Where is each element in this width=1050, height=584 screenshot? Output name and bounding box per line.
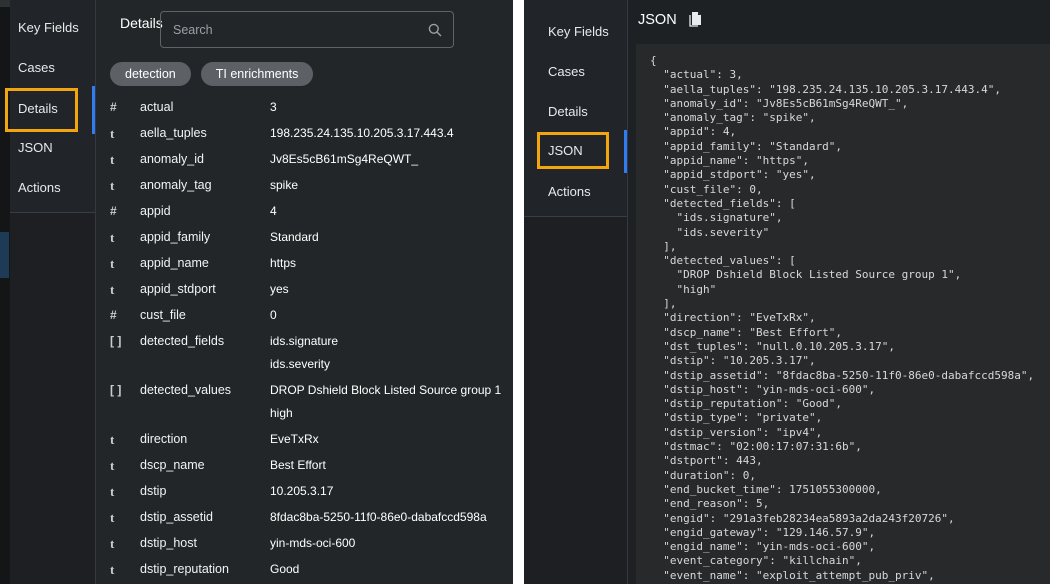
json-raw-text: { "actual": 3, "aella_tuples": "198.235.… bbox=[650, 54, 1050, 584]
sidebar-lower-area bbox=[524, 217, 627, 584]
search-icon bbox=[427, 22, 443, 38]
field-name: aella_tuples bbox=[140, 122, 270, 145]
field-value: spike bbox=[270, 174, 513, 197]
field-name: dstip_assetid bbox=[140, 506, 270, 529]
type-array-icon: [ ] bbox=[110, 330, 140, 353]
details-content: Details detection TI enrichments # actua… bbox=[96, 0, 513, 584]
field-value: Standard bbox=[270, 226, 513, 249]
type-array-icon: [ ] bbox=[110, 379, 140, 402]
type-text-icon: t bbox=[110, 226, 140, 249]
sidebar-lower-area bbox=[10, 213, 95, 584]
field-value: 10.205.3.17 bbox=[270, 480, 513, 503]
details-sidebar: Key Fields Cases Details JSON Actions bbox=[10, 0, 96, 584]
sidebar-item-key-fields[interactable]: Key Fields bbox=[524, 24, 651, 42]
field-value: 8fdac8ba-5250-11f0-86e0-dabafccd598a bbox=[270, 506, 513, 529]
field-row: [ ] detected_values DROP Dshield Block L… bbox=[110, 379, 513, 425]
field-value: EveTxRx bbox=[270, 428, 513, 451]
search-box bbox=[160, 11, 454, 48]
field-value: 3 bbox=[270, 96, 513, 119]
type-text-icon: t bbox=[110, 122, 140, 145]
type-number-icon: # bbox=[110, 304, 140, 327]
type-number-icon: # bbox=[110, 96, 140, 119]
field-name: detected_values bbox=[140, 379, 270, 402]
field-name: dstip_host bbox=[140, 532, 270, 555]
field-name: appid_family bbox=[140, 226, 270, 249]
sidebar-item-details[interactable]: Details bbox=[524, 104, 651, 122]
sidebar-item-json[interactable]: JSON bbox=[10, 140, 103, 158]
sidebar-item-json[interactable]: JSON bbox=[524, 143, 651, 161]
field-row: t direction EveTxRx bbox=[110, 428, 513, 451]
field-row: t appid_family Standard bbox=[110, 226, 513, 249]
field-value: 198.235.24.135.10.205.3.17.443.4 bbox=[270, 122, 513, 145]
field-name: cust_file bbox=[140, 304, 270, 327]
field-value: Best Effort bbox=[270, 454, 513, 477]
edge-strip-selected-highlight bbox=[0, 232, 9, 278]
sidebar-item-actions[interactable]: Actions bbox=[10, 180, 103, 198]
type-text-icon: t bbox=[110, 252, 140, 275]
type-text-icon: t bbox=[110, 454, 140, 477]
details-panel-title: Details bbox=[120, 15, 163, 31]
type-text-icon: t bbox=[110, 558, 140, 581]
field-row: t appid_name https bbox=[110, 252, 513, 275]
filter-pill-detection[interactable]: detection bbox=[110, 62, 191, 86]
field-row: # cust_file 0 bbox=[110, 304, 513, 327]
sidebar-item-key-fields[interactable]: Key Fields bbox=[10, 20, 103, 38]
sidebar-item-cases[interactable]: Cases bbox=[10, 60, 103, 78]
json-panel-title: JSON bbox=[638, 12, 677, 28]
type-text-icon: t bbox=[110, 532, 140, 555]
field-value: ids.signature ids.severity bbox=[270, 330, 513, 376]
type-text-icon: t bbox=[110, 506, 140, 529]
field-value: Jv8Es5cB61mSg4ReQWT_ bbox=[270, 148, 513, 171]
field-value: 4 bbox=[270, 200, 513, 223]
field-name: dstip_reputation bbox=[140, 558, 270, 581]
type-text-icon: t bbox=[110, 174, 140, 197]
json-panel-window: Key Fields Cases Details JSON Actions JS… bbox=[524, 0, 1050, 584]
field-row: t dstip_host yin-mds-oci-600 bbox=[110, 532, 513, 555]
filter-pill-ti-enrichments[interactable]: TI enrichments bbox=[201, 62, 314, 86]
field-list: # actual 3 t aella_tuples 198.235.24.135… bbox=[110, 96, 513, 584]
field-name: anomaly_id bbox=[140, 148, 270, 171]
field-row: t aella_tuples 198.235.24.135.10.205.3.1… bbox=[110, 122, 513, 145]
sidebar-item-cases[interactable]: Cases bbox=[524, 64, 651, 82]
details-panel-window: Key Fields Cases Details JSON Actions De… bbox=[0, 0, 513, 584]
field-name: direction bbox=[140, 428, 270, 451]
field-row: t dstip 10.205.3.17 bbox=[110, 480, 513, 503]
field-row: t anomaly_tag spike bbox=[110, 174, 513, 197]
edge-strip-top-mark bbox=[0, 0, 10, 7]
field-value: yin-mds-oci-600 bbox=[270, 532, 513, 555]
field-row: # appid 4 bbox=[110, 200, 513, 223]
field-row: t dstip_reputation Good bbox=[110, 558, 513, 581]
sidebar-item-actions[interactable]: Actions bbox=[524, 184, 651, 202]
field-name: appid_stdport bbox=[140, 278, 270, 301]
field-name: appid_name bbox=[140, 252, 270, 275]
field-row: t dstip_assetid 8fdac8ba-5250-11f0-86e0-… bbox=[110, 506, 513, 529]
type-text-icon: t bbox=[110, 278, 140, 301]
field-row: # actual 3 bbox=[110, 96, 513, 119]
type-text-icon: t bbox=[110, 428, 140, 451]
field-name: dstip bbox=[140, 480, 270, 503]
copy-json-icon[interactable] bbox=[687, 11, 703, 27]
field-value: yes bbox=[270, 278, 513, 301]
type-number-icon: # bbox=[110, 200, 140, 223]
field-name: anomaly_tag bbox=[140, 174, 270, 197]
field-row: [ ] detected_fields ids.signature ids.se… bbox=[110, 330, 513, 376]
field-row: t appid_stdport yes bbox=[110, 278, 513, 301]
sidebar-item-details[interactable]: Details bbox=[10, 101, 103, 119]
type-text-icon: t bbox=[110, 480, 140, 503]
field-value: Good bbox=[270, 558, 513, 581]
field-name: dscp_name bbox=[140, 454, 270, 477]
field-name: detected_fields bbox=[140, 330, 270, 353]
field-row: t anomaly_id Jv8Es5cB61mSg4ReQWT_ bbox=[110, 148, 513, 171]
field-row: t dscp_name Best Effort bbox=[110, 454, 513, 477]
field-value: https bbox=[270, 252, 513, 275]
search-input[interactable] bbox=[161, 12, 453, 47]
filter-pills: detection TI enrichments bbox=[110, 62, 313, 86]
json-code-panel[interactable]: { "actual": 3, "aella_tuples": "198.235.… bbox=[636, 44, 1050, 584]
field-value: DROP Dshield Block Listed Source group 1… bbox=[270, 379, 513, 425]
field-name: actual bbox=[140, 96, 270, 119]
type-text-icon: t bbox=[110, 148, 140, 171]
field-name: appid bbox=[140, 200, 270, 223]
field-value: 0 bbox=[270, 304, 513, 327]
json-sidebar: Key Fields Cases Details JSON Actions bbox=[524, 0, 628, 584]
